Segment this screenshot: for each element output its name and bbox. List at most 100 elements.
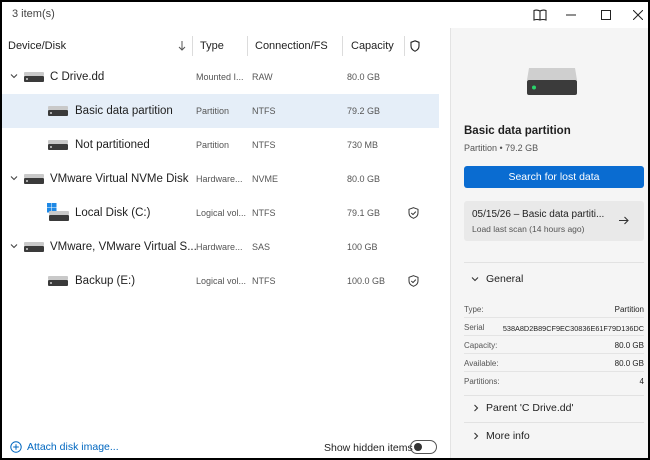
disk-capacity: 79.1 GB bbox=[347, 208, 381, 218]
attach-disk-image-link[interactable]: Attach disk image... bbox=[10, 441, 119, 453]
disk-name: VMware, VMware Virtual S... bbox=[50, 241, 197, 253]
attach-disk-image-label: Attach disk image... bbox=[27, 441, 119, 453]
shield-check-icon bbox=[408, 207, 419, 219]
column-separator bbox=[247, 36, 248, 56]
maximize-button[interactable] bbox=[594, 5, 618, 25]
more-info-label: More info bbox=[486, 430, 530, 442]
scan-subtitle: Load last scan (14 hours ago) bbox=[472, 224, 585, 234]
drive-icon bbox=[24, 72, 44, 82]
column-separator bbox=[404, 36, 405, 56]
disk-capacity: 100 GB bbox=[347, 242, 378, 252]
prop-row-partitions: Partitions: 4 bbox=[464, 373, 644, 390]
details-subtitle: Partition • 79.2 GB bbox=[464, 143, 539, 153]
disk-type: Partition bbox=[196, 140, 230, 150]
item-count: 3 item(s) bbox=[12, 8, 55, 20]
prop-row-available: Available: 80.0 GB bbox=[464, 355, 644, 372]
disk-fs: NTFS bbox=[252, 276, 276, 286]
prop-value: 80.0 GB bbox=[614, 341, 644, 350]
disk-type: Hardware... bbox=[196, 174, 243, 184]
close-button[interactable] bbox=[626, 5, 650, 25]
app-window: 3 item(s) Device/Disk Type Connection/FS… bbox=[0, 0, 650, 460]
disk-fs: NTFS bbox=[252, 106, 276, 116]
chevron-right-icon bbox=[474, 432, 479, 440]
partition-icon bbox=[48, 106, 68, 116]
disk-name: Backup (E:) bbox=[75, 275, 136, 287]
drive-icon bbox=[24, 242, 44, 252]
disk-row-basic-data-partition[interactable]: Basic data partition Partition NTFS 79.2… bbox=[2, 94, 439, 128]
prop-value: 80.0 GB bbox=[614, 359, 644, 368]
minimize-icon bbox=[566, 14, 576, 16]
disk-fs: RAW bbox=[252, 72, 273, 82]
chevron-down-icon[interactable] bbox=[10, 72, 18, 80]
disk-name: VMware Virtual NVMe Disk bbox=[50, 173, 189, 185]
column-header-device[interactable]: Device/Disk bbox=[8, 33, 66, 59]
windows-drive-icon bbox=[47, 203, 69, 221]
last-scan-card[interactable]: 05/15/26 – Basic data partiti... Load la… bbox=[464, 201, 644, 241]
disk-capacity: 100.0 GB bbox=[347, 276, 386, 286]
disk-type: Logical vol... bbox=[196, 276, 247, 286]
disk-name: Basic data partition bbox=[75, 105, 173, 117]
disk-capacity: 79.2 GB bbox=[347, 106, 381, 116]
disk-capacity: 730 MB bbox=[347, 140, 379, 150]
search-lost-data-button[interactable]: Search for lost data bbox=[464, 166, 644, 188]
prop-key: Partitions: bbox=[464, 377, 500, 386]
prop-row-type: Type: Partition bbox=[464, 301, 644, 318]
shield-check-icon bbox=[408, 275, 419, 287]
disk-name: C Drive.dd bbox=[50, 71, 105, 83]
more-info-section-header[interactable]: More info bbox=[464, 424, 644, 450]
chevron-down-icon[interactable] bbox=[10, 242, 18, 250]
column-separator bbox=[342, 36, 343, 56]
prop-key: Capacity: bbox=[464, 341, 498, 350]
prop-key: Serial bbox=[464, 323, 485, 332]
disk-list-pane: Device/Disk Type Connection/FS Capacity … bbox=[2, 28, 449, 458]
disk-row-backup-e[interactable]: Backup (E:) Logical vol... NTFS 100.0 GB bbox=[2, 264, 439, 298]
disk-row-vmware-sas[interactable]: VMware, VMware Virtual S... Hardware... … bbox=[2, 230, 439, 264]
disk-type: Hardware... bbox=[196, 242, 243, 252]
details-title: Basic data partition bbox=[464, 125, 571, 137]
disk-row-local-disk-c[interactable]: Local Disk (C:) Logical vol... NTFS 79.1… bbox=[2, 196, 439, 230]
prop-row-serial: Serial 538A8D2B89CF9EC30836E61F79D136DC bbox=[464, 319, 644, 336]
sort-down-icon[interactable] bbox=[178, 41, 186, 51]
chevron-down-icon[interactable] bbox=[10, 174, 18, 182]
parent-section-header[interactable]: Parent 'C Drive.dd' bbox=[464, 396, 644, 422]
prop-value: 4 bbox=[639, 377, 644, 386]
divider bbox=[464, 262, 644, 263]
disk-row-vmware-nvme[interactable]: VMware Virtual NVMe Disk Hardware... NVM… bbox=[2, 162, 439, 196]
disk-name: Not partitioned bbox=[75, 139, 150, 151]
parent-label: Parent 'C Drive.dd' bbox=[486, 402, 574, 414]
disk-capacity: 80.0 GB bbox=[347, 174, 381, 184]
partition-icon bbox=[48, 140, 68, 150]
maximize-icon bbox=[601, 10, 611, 20]
column-header-type[interactable]: Type bbox=[200, 33, 224, 59]
disk-row-c-drive[interactable]: C Drive.dd Mounted I... RAW 80.0 GB bbox=[2, 60, 439, 94]
minimize-button[interactable] bbox=[559, 5, 583, 25]
prop-value: Partition bbox=[614, 305, 644, 314]
disk-fs: SAS bbox=[252, 242, 271, 252]
disk-row-not-partitioned[interactable]: Not partitioned Partition NTFS 730 MB bbox=[2, 128, 439, 162]
show-hidden-items-toggle[interactable] bbox=[410, 440, 437, 454]
arrow-right-icon bbox=[619, 216, 629, 225]
disk-type: Partition bbox=[196, 106, 230, 116]
disk-fs: NTFS bbox=[252, 208, 276, 218]
chevron-right-icon bbox=[474, 404, 479, 412]
disk-type: Mounted I... bbox=[196, 72, 244, 82]
book-button[interactable] bbox=[528, 5, 552, 25]
chevron-down-icon bbox=[471, 277, 479, 282]
general-label: General bbox=[486, 273, 524, 285]
prop-value: 538A8D2B89CF9EC30836E61F79D136DC bbox=[502, 324, 644, 333]
column-header-connection[interactable]: Connection/FS bbox=[255, 33, 328, 59]
column-header-capacity[interactable]: Capacity bbox=[351, 33, 394, 59]
show-hidden-items-label: Show hidden items bbox=[324, 442, 413, 454]
title-bar: 3 item(s) bbox=[2, 2, 648, 28]
add-circle-icon bbox=[10, 441, 22, 453]
disk-fs: NTFS bbox=[252, 140, 276, 150]
disk-fs: NVME bbox=[252, 174, 279, 184]
general-section-header[interactable]: General bbox=[464, 266, 644, 292]
prop-key: Type: bbox=[464, 305, 484, 314]
drive-icon bbox=[24, 174, 44, 184]
divider bbox=[464, 422, 644, 423]
details-pane: Basic data partition Partition • 79.2 GB… bbox=[450, 28, 648, 458]
partition-icon bbox=[48, 276, 68, 286]
shield-column-icon[interactable] bbox=[410, 40, 420, 52]
disk-type: Logical vol... bbox=[196, 208, 247, 218]
